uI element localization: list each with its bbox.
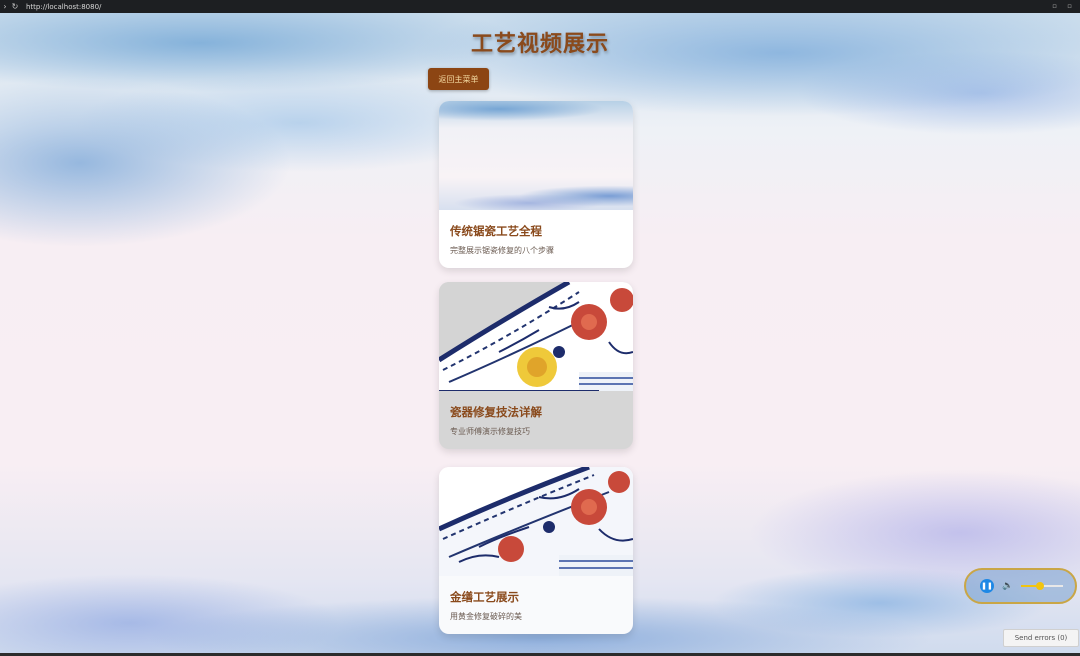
volume-slider-knob[interactable] — [1036, 582, 1045, 590]
send-errors-button[interactable]: Send errors (0) — [1003, 629, 1079, 647]
pause-icon: ❚❚ — [981, 582, 993, 590]
video-thumbnail[interactable] — [439, 467, 633, 576]
video-thumbnail[interactable] — [439, 282, 633, 391]
volume-slider[interactable] — [1021, 582, 1064, 590]
video-description: 完整展示锯瓷修复的八个步骤 — [450, 246, 554, 255]
back-to-menu-button[interactable]: 返回主菜单 — [428, 68, 489, 90]
background-music-player: ❚❚ 🔈 — [964, 568, 1077, 604]
address-bar[interactable]: http://localhost:8080/ — [26, 3, 101, 11]
page-title: 工艺视频展示 — [470, 32, 609, 57]
forward-icon[interactable]: › — [0, 2, 10, 11]
video-card[interactable]: 传统锯瓷工艺全程 完整展示锯瓷修复的八个步骤 — [439, 101, 633, 268]
extensions-icon[interactable]: ▫ ▫ — [1052, 2, 1076, 10]
browser-toolbar: › ↻ http://localhost:8080/ ▫ ▫ — [0, 0, 1080, 13]
video-title: 瓷器修复技法详解 — [450, 405, 542, 419]
volume-icon[interactable]: 🔈 — [1002, 581, 1013, 591]
video-description: 专业师傅演示修复技巧 — [450, 427, 530, 436]
video-card[interactable]: 瓷器修复技法详解 专业师傅演示修复技巧 — [439, 282, 633, 449]
porcelain-bowl-image — [439, 282, 633, 391]
video-thumbnail[interactable] — [439, 101, 633, 210]
video-title: 金缮工艺展示 — [450, 590, 519, 604]
reload-icon[interactable]: ↻ — [10, 2, 20, 11]
video-title: 传统锯瓷工艺全程 — [450, 224, 542, 238]
video-description: 用黄金修复破碎的美 — [450, 612, 522, 621]
porcelain-bowl-image — [439, 467, 633, 576]
video-card[interactable]: 金缮工艺展示 用黄金修复破碎的美 — [439, 467, 633, 634]
pause-button[interactable]: ❚❚ — [980, 579, 994, 593]
